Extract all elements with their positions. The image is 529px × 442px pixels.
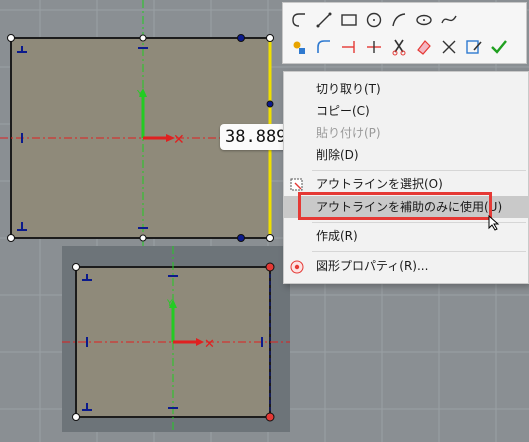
spline-icon[interactable] bbox=[437, 9, 461, 31]
polyline-icon[interactable] bbox=[287, 9, 311, 31]
mouse-pointer-icon bbox=[488, 215, 500, 231]
point-icon[interactable] bbox=[287, 36, 311, 58]
menu-item-copy[interactable]: コピー(C) bbox=[284, 100, 528, 122]
select-outline-icon bbox=[290, 177, 304, 191]
fillet-icon[interactable] bbox=[312, 36, 336, 58]
svg-text:Y: Y bbox=[136, 89, 144, 100]
arc-icon[interactable] bbox=[387, 9, 411, 31]
rectangle-icon[interactable] bbox=[337, 9, 361, 31]
menu-item-select-outline[interactable]: アウトラインを選択(O) bbox=[284, 173, 528, 195]
properties-icon bbox=[290, 259, 304, 274]
menu-item-delete[interactable]: 削除(D) bbox=[284, 144, 528, 166]
circle-icon[interactable] bbox=[362, 9, 386, 31]
menu-separator bbox=[312, 251, 526, 252]
detach-icon[interactable] bbox=[437, 36, 461, 58]
confirm-icon[interactable] bbox=[487, 36, 511, 58]
dimension-value[interactable]: 38.889 bbox=[225, 127, 286, 147]
vertex-top-left bbox=[7, 34, 15, 42]
cut-icon[interactable] bbox=[387, 36, 411, 58]
ellipse-icon[interactable] bbox=[412, 9, 436, 31]
erase-icon[interactable] bbox=[412, 36, 436, 58]
edit-icon[interactable] bbox=[462, 36, 486, 58]
menu-item-cut[interactable]: 切り取り(T) bbox=[284, 78, 528, 100]
svg-text:Y: Y bbox=[166, 299, 173, 309]
line-icon[interactable] bbox=[312, 9, 336, 31]
menu-item-paste: 貼り付け(P) bbox=[316, 126, 381, 140]
svg-text:✕: ✕ bbox=[204, 337, 215, 352]
sketch-toolbar bbox=[282, 2, 527, 64]
context-menu: 切り取り(T) コピー(C) 貼り付け(P) 削除(D) アウトラインを選択(O… bbox=[283, 71, 529, 284]
trim-icon[interactable] bbox=[362, 36, 386, 58]
menu-item-shape-properties[interactable]: 図形プロパティ(R)... bbox=[284, 255, 528, 277]
dimension-input[interactable]: 38.889 bbox=[220, 124, 292, 150]
offset-icon[interactable] bbox=[337, 36, 361, 58]
menu-separator bbox=[312, 170, 526, 171]
svg-text:✕: ✕ bbox=[173, 132, 185, 148]
